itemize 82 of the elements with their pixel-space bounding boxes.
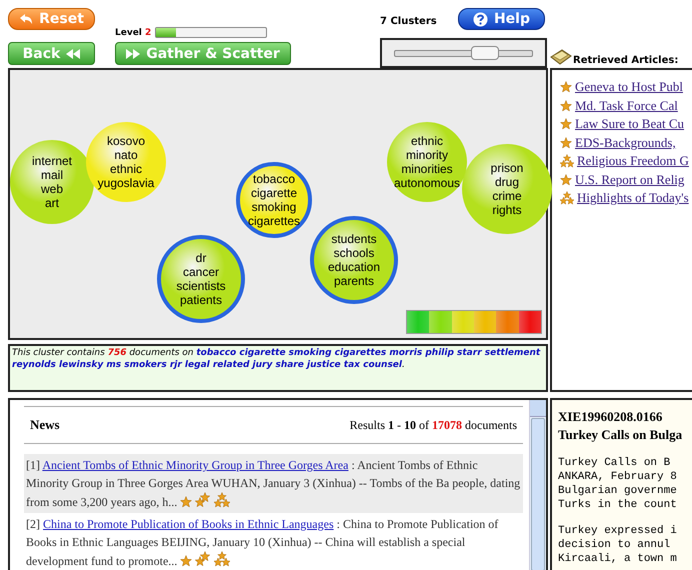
level-label: Level 2 [115,28,152,38]
cluster-term: mail [40,168,63,182]
document-text-line: Turkey expressed i [558,524,678,538]
cluster-term: cigarette [250,186,298,200]
cluster-term: education [328,260,380,274]
scrollbar[interactable] [529,400,546,570]
cluster-term: nato [114,148,138,162]
cluster-bubble[interactable]: internet mail web art [10,140,94,224]
document-text-line: Bulgarian governme [558,484,678,498]
star-icon [560,81,572,94]
two-stars-icon[interactable] [195,492,212,508]
cluster-bubble[interactable]: ethnic minority minorities autonomous [387,122,467,202]
document-text-line: ANKARA, February 8 [558,470,678,484]
cluster-term: patients [180,293,222,307]
document-text-line: Kircaali, a town m [558,552,678,566]
fast-forward-icon [126,48,140,58]
cluster-term: prison [490,161,524,175]
star-icon [560,174,572,186]
document-text-line: Turkey Calls on B [558,456,672,470]
cluster-term: cancer [182,265,220,279]
article-link[interactable]: Md. Task Force Cal [575,98,678,114]
article-link[interactable]: Highlights of Today's [577,190,689,206]
books-icon [550,48,572,66]
cluster-term: schools [334,246,374,260]
document-text-line: decision to annul [558,538,672,552]
star-icon[interactable] [180,496,192,508]
news-heading: News [30,417,60,433]
cluster-term: ethnic [110,162,142,176]
star-icon [560,118,572,130]
cluster-description: This cluster contains 756 documents on tobacco cigarette smoking cigarettes morris philip starr settlement reynolds lewinsky ms smokers rjr legal related jury share justice tax counsel. [12,347,542,371]
cluster-term: minority [406,148,448,162]
star-icon[interactable] [180,555,192,567]
article-link[interactable]: Law Sure to Beat Cu [575,116,684,132]
article-link[interactable]: Ancient Tombs of Ethnic Minority Group in Three Gorges Area [42,458,348,472]
cluster-term: internet [32,154,72,168]
cluster-bubble[interactable]: prison drug crime rights [462,144,552,234]
document-id: XIE19960208.0166 [558,408,664,426]
cluster-bubble[interactable]: dr cancer scientists patients [157,235,245,323]
article-link[interactable]: Religious Freedom G [577,153,689,170]
article-link[interactable]: China to Promote Publication of Books in Ethnic Languages [43,517,334,531]
cluster-count: 7 Clusters [380,16,437,27]
news-snippet: [2] China to Promote Publication of Books in Ethnic Languages : China to Promote Publication of Books in Ethnic Languages BEIJING, January 10 (Xinhua) -- China will establish a special development fund to promote... [26,516,500,570]
cluster-bubble[interactable]: tobacco cigarette smoking cigarettes [236,162,312,238]
star-icon [560,136,572,149]
star-icon [560,100,572,112]
cluster-term: art [44,196,59,210]
undo-arrow-icon [19,13,34,25]
three-stars-icon [560,154,574,168]
cluster-term: dr [196,251,206,265]
cluster-term: tobacco [252,172,296,186]
cluster-term: parents [334,274,374,288]
cluster-bubble[interactable]: students schools education parents [310,216,398,304]
cluster-term: rights [492,203,522,217]
cluster-term: crime [492,189,522,203]
three-stars-icon[interactable] [214,492,230,508]
three-stars-icon [560,191,574,206]
cluster-term: kosovo [106,134,146,148]
cluster-term: autonomous [394,176,460,190]
news-snippet: [1] Ancient Tombs of Ethnic Minority Group in Three Gorges Area : Ancient Tombs of Ethnic Minority Group in Three Gorges Area WUHAN, January 3 (Xinhua) -- Tombs of the Ba people, dating from some 3,200 years ago, h... [26,457,521,511]
article-link[interactable]: EDS-Backgrounds, [575,134,676,151]
two-stars-icon[interactable] [195,551,212,567]
cluster-term: yugoslavia [98,176,154,190]
article-link[interactable]: U.S. Report on Relig [575,172,684,188]
articles-heading: Retrieved Articles: [573,55,678,66]
three-stars-icon[interactable] [214,551,230,567]
rewind-icon [66,48,80,58]
cluster-term: smoking [252,200,296,214]
cluster-term: students [331,232,377,246]
help-icon [472,12,488,26]
cluster-term: cigarettes [248,214,300,228]
document-text-line: Turks in the count [558,498,678,512]
cluster-bubble[interactable]: kosovo nato ethnic yugoslavia [86,122,166,202]
cluster-term: ethnic [410,134,444,148]
results-count: Results 1 - 10 of 17078 documents [350,418,517,432]
help-button[interactable]: Help [458,8,545,30]
slider-handle[interactable] [471,46,500,60]
cluster-term: minorities [401,162,453,176]
article-link[interactable]: Geneva to Host Publ [575,79,683,96]
cluster-term: web [40,182,63,196]
cluster-term: scientists [176,279,226,293]
cluster-term: drug [494,175,520,189]
document-title: Turkey Calls on Bulga [558,426,684,444]
